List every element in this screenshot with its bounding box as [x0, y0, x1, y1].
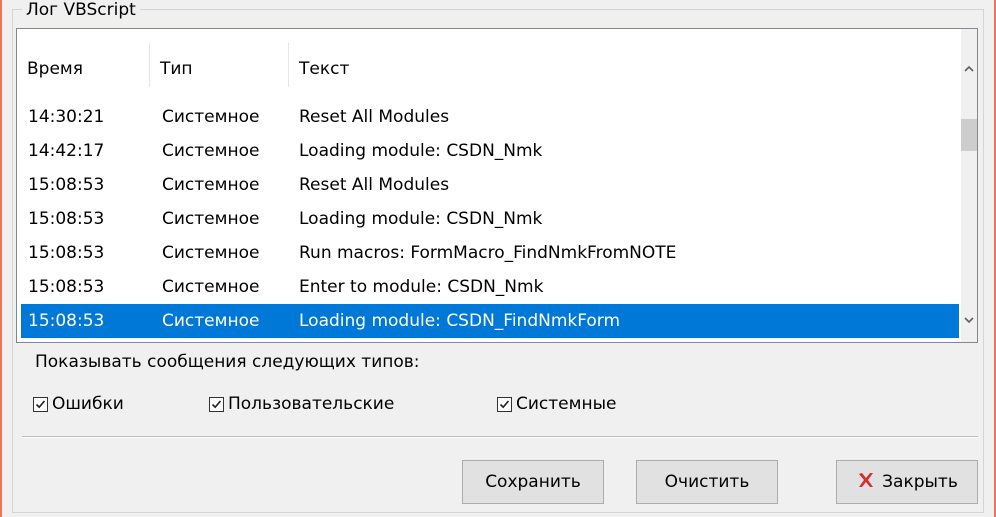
- cell-type: Системное: [162, 209, 260, 229]
- cell-type: Системное: [162, 175, 260, 195]
- separator-line: [22, 436, 978, 438]
- listview-header: Время Тип Текст: [17, 29, 961, 87]
- checkbox-user[interactable]: Пользовательские: [209, 392, 394, 416]
- groupbox-title: Лог VBScript: [22, 0, 140, 21]
- column-header-time[interactable]: Время: [17, 29, 149, 87]
- log-listview[interactable]: Время Тип Текст 14:30:21 Системное Reset…: [16, 28, 978, 343]
- checkbox-checked-icon[interactable]: [497, 396, 512, 412]
- table-row[interactable]: 15:08:53 Системное Enter to module: CSDN…: [17, 270, 961, 304]
- checkbox-errors[interactable]: Ошибки: [33, 392, 124, 416]
- cell-type: Системное: [162, 243, 260, 263]
- table-row[interactable]: 15:08:53 Системное Loading module: CSDN_…: [17, 202, 961, 236]
- column-header-text[interactable]: Текст: [289, 29, 961, 87]
- clear-button-label: Очистить: [664, 472, 750, 492]
- cell-time: 14:30:21: [28, 107, 105, 127]
- cell-text: Loading module: CSDN_Nmk: [299, 141, 543, 161]
- window-border-left: [0, 0, 2, 517]
- column-header-type[interactable]: Тип: [150, 29, 288, 87]
- cell-time: 15:08:53: [28, 311, 105, 331]
- close-icon: [856, 470, 876, 494]
- clear-button[interactable]: Очистить: [636, 460, 778, 504]
- close-button[interactable]: Закрыть: [836, 460, 978, 504]
- filter-label: Показывать сообщения следующих типов:: [35, 352, 420, 372]
- table-row-selected[interactable]: 15:08:53 Системное Loading module: CSDN_…: [21, 304, 959, 338]
- checkbox-label: Системные: [516, 394, 617, 414]
- save-button-label: Сохранить: [485, 472, 581, 492]
- checkbox-label: Пользовательские: [228, 394, 395, 414]
- checkbox-checked-icon[interactable]: [209, 396, 224, 412]
- cell-text: Reset All Modules: [299, 107, 450, 127]
- cell-type: Системное: [162, 311, 260, 331]
- cell-text: Loading module: CSDN_Nmk: [299, 209, 543, 229]
- save-button[interactable]: Сохранить: [462, 460, 604, 504]
- table-row[interactable]: 15:08:53 Системное Reset All Modules: [17, 168, 961, 202]
- cell-type: Системное: [162, 141, 260, 161]
- cell-time: 15:08:53: [28, 175, 105, 195]
- cell-time: 15:08:53: [28, 277, 105, 297]
- cell-text: Loading module: CSDN_FindNmkForm: [299, 311, 621, 331]
- cell-time: 14:42:17: [28, 141, 105, 161]
- table-row[interactable]: 14:30:21 Системное Reset All Modules: [17, 100, 961, 134]
- cell-type: Системное: [162, 277, 260, 297]
- checkbox-checked-icon[interactable]: [33, 396, 48, 412]
- cell-text: Enter to module: CSDN_Nmk: [299, 277, 544, 297]
- cell-time: 15:08:53: [28, 209, 105, 229]
- cell-text: Run macros: FormMacro_FindNmkFromNOTE: [299, 243, 677, 263]
- cell-type: Системное: [162, 107, 260, 127]
- vertical-scrollbar[interactable]: [961, 29, 977, 342]
- chevron-down-icon[interactable]: [961, 303, 977, 337]
- cell-time: 15:08:53: [28, 243, 105, 263]
- table-row[interactable]: 15:08:53 Системное Run macros: FormMacro…: [17, 236, 961, 270]
- chevron-up-icon[interactable]: [961, 51, 977, 85]
- checkbox-system[interactable]: Системные: [497, 392, 616, 416]
- scrollbar-thumb[interactable]: [961, 119, 977, 151]
- cell-text: Reset All Modules: [299, 175, 450, 195]
- checkbox-label: Ошибки: [52, 394, 124, 414]
- table-row[interactable]: 14:42:17 Системное Loading module: CSDN_…: [17, 134, 961, 168]
- close-button-label: Закрыть: [882, 472, 958, 492]
